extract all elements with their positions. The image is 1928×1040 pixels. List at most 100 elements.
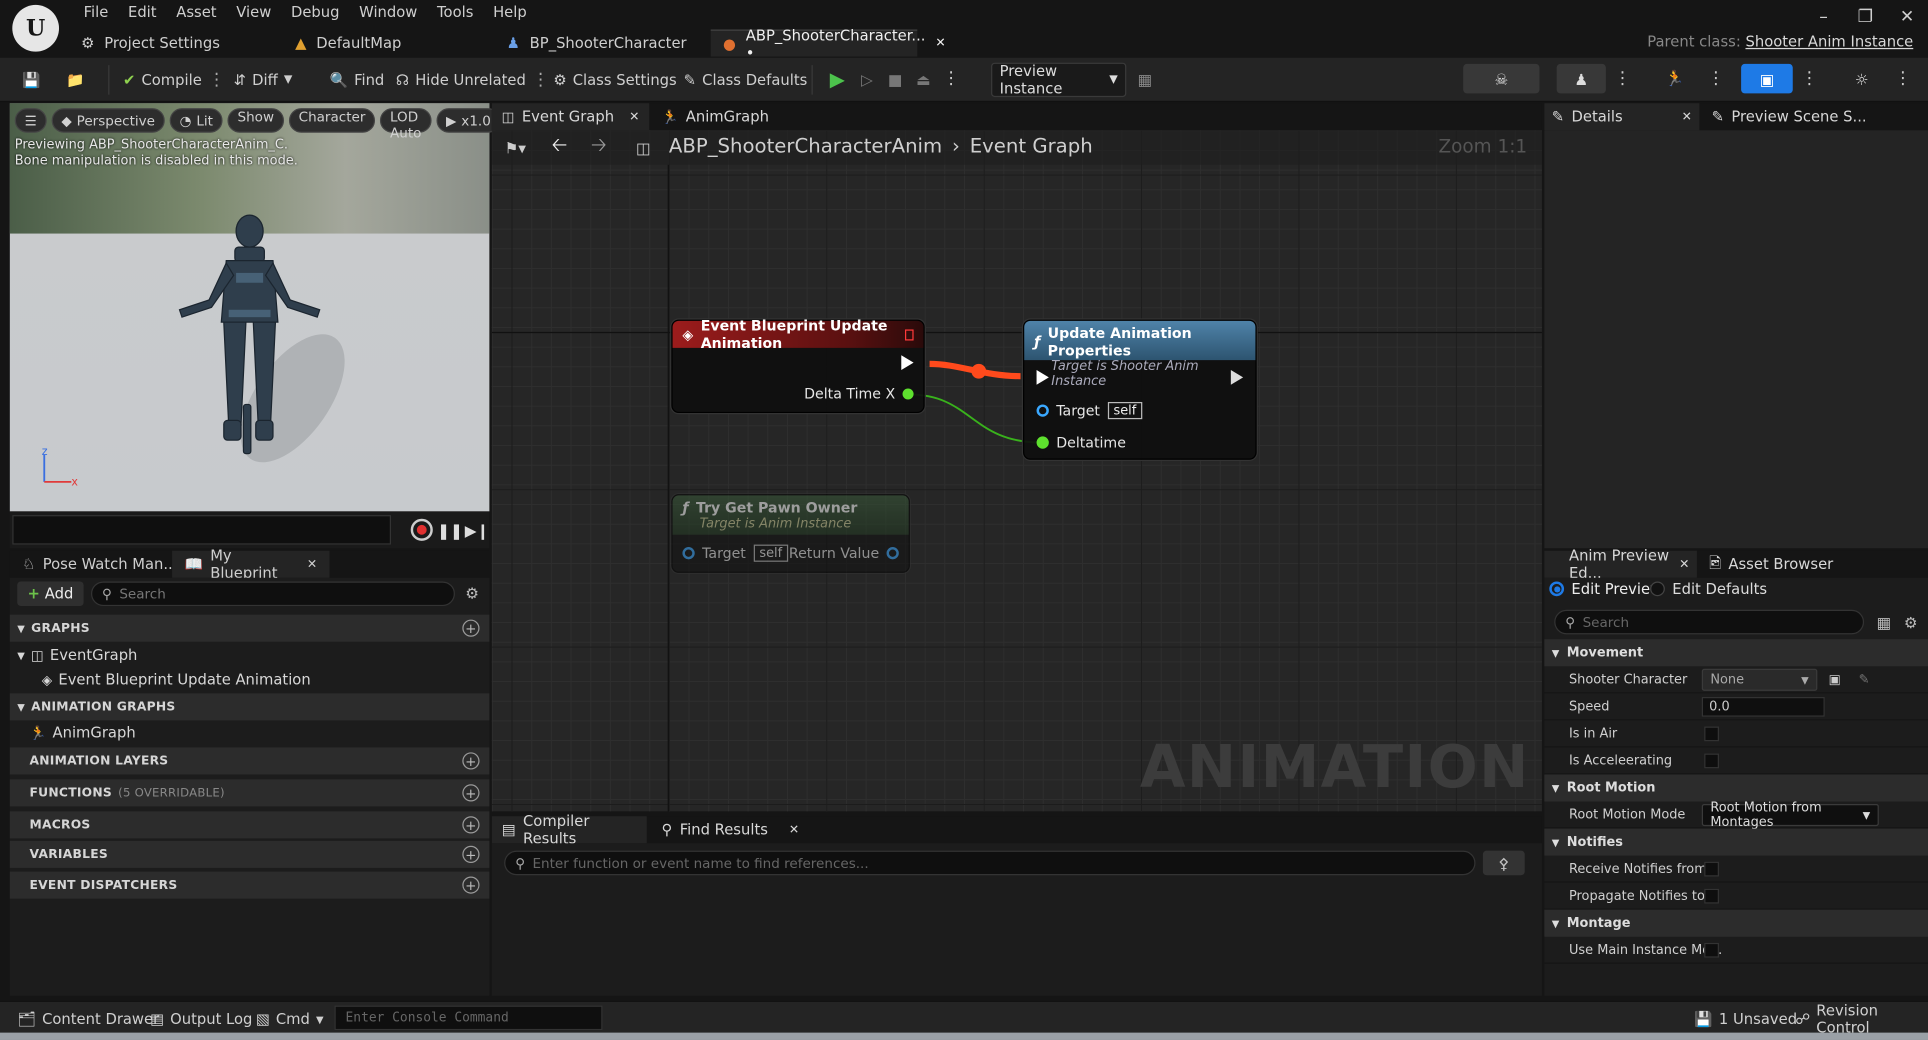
perspective-button[interactable]: ◆ Perspective	[51, 108, 165, 133]
add-dispatcher-icon[interactable]: +	[462, 876, 480, 894]
close-tab-icon[interactable]: ✕	[1679, 557, 1689, 571]
restore-icon[interactable]: ❐	[1844, 2, 1886, 32]
tab-my-blueprint[interactable]: 📖 My Blueprint ✕	[172, 547, 330, 581]
console-command-input[interactable]: Enter Console Command	[334, 1005, 603, 1031]
timeline-scrub[interactable]	[12, 515, 392, 545]
play-options-icon[interactable]: ⋮	[937, 65, 964, 92]
output-log-button[interactable]: ▤ Output Log	[150, 1007, 252, 1032]
browse-asset-icon[interactable]: ▣	[1825, 670, 1845, 690]
tree-item-anim-graph[interactable]: 🏃 AnimGraph	[10, 720, 490, 745]
accelerating-checkbox[interactable]	[1704, 753, 1719, 769]
in-air-checkbox[interactable]	[1704, 726, 1719, 742]
menu-view[interactable]: View	[226, 4, 281, 21]
settings-gear-icon[interactable]: ⚙	[462, 583, 482, 603]
menu-debug[interactable]: Debug	[281, 4, 349, 21]
lod-button[interactable]: LOD Auto	[380, 108, 432, 141]
mesh-mode-icon[interactable]: ♟	[1556, 63, 1606, 94]
tab-pose-watch[interactable]: ♘ Pose Watch Man...	[10, 551, 190, 578]
find-input[interactable]: ⚲ Enter function or event name to find r…	[504, 850, 1476, 876]
event-graph-canvas[interactable]: ⚑▾ 🡠 🡢 ◫ ABP_ShooterCharacterAnim › Even…	[491, 130, 1542, 812]
parent-class-link[interactable]: Shooter Anim Instance	[1745, 33, 1913, 50]
tab-compiler-results[interactable]: ▤ Compiler Results	[491, 813, 647, 847]
add-function-icon[interactable]: +	[462, 784, 480, 802]
pin-target[interactable]: Target self	[1036, 401, 1143, 420]
debug-filter-icon[interactable]: ▦	[1131, 65, 1158, 92]
unsaved-button[interactable]: 💾 1 Unsaved	[1694, 1007, 1797, 1032]
table-view-icon[interactable]: ▦	[1874, 612, 1894, 632]
tab-project-settings[interactable]: ⚙ Project Settings	[69, 30, 232, 57]
character-button[interactable]: Character	[288, 108, 376, 133]
section-root-motion[interactable]: ▼ Root Motion	[1544, 774, 1928, 802]
pin-target[interactable]: Target self	[682, 544, 789, 562]
menu-edit[interactable]: Edit	[118, 4, 166, 21]
viewport-menu-button[interactable]: ☰	[14, 108, 47, 133]
pin-return-value[interactable]: Return Value	[789, 545, 899, 562]
tab-anim-preview-editor[interactable]: Anim Preview Ed... ✕	[1544, 547, 1697, 581]
exec-out-pin[interactable]	[901, 355, 914, 371]
tab-event-graph[interactable]: ◫ Event Graph ✕	[491, 103, 650, 131]
menu-asset[interactable]: Asset	[166, 4, 226, 21]
close-tab-icon[interactable]: ✕	[307, 557, 317, 571]
receive-notifies-checkbox[interactable]	[1704, 861, 1719, 877]
stop-icon[interactable]: ■	[882, 65, 909, 92]
add-variable-icon[interactable]: +	[462, 845, 480, 863]
add-graph-icon[interactable]: +	[462, 619, 480, 637]
menu-window[interactable]: Window	[349, 4, 427, 21]
close-tab-icon[interactable]: ✕	[1682, 110, 1692, 124]
node-update-animation-properties[interactable]: ƒ Update Animation Properties Target is S…	[1023, 319, 1257, 460]
physics-mode-icon[interactable]: ☼	[1837, 64, 1886, 94]
tab-anim-graph[interactable]: 🏃 AnimGraph	[652, 103, 779, 130]
tab-details[interactable]: ✎ Details ✕	[1544, 103, 1700, 131]
use-main-instance-checkbox[interactable]	[1704, 942, 1719, 958]
revision-control-button[interactable]: ☍ Revision Control	[1795, 1002, 1928, 1036]
find-button[interactable]: 🔍 Find	[322, 63, 392, 97]
add-macro-icon[interactable]: +	[462, 816, 480, 834]
step-forward-icon[interactable]: ▶❙	[465, 518, 490, 543]
tab-default-map[interactable]: ▲ DefaultMap	[283, 30, 414, 57]
edit-defaults-radio[interactable]: Edit Defaults	[1650, 580, 1767, 597]
class-defaults-button[interactable]: ✎ Class Defaults	[676, 63, 814, 97]
hide-unrelated-button[interactable]: ☊ Hide Unrelated ⋮	[389, 63, 556, 97]
root-motion-mode-dropdown[interactable]: Root Motion from Montages ▼	[1701, 800, 1879, 830]
close-tab-icon[interactable]: ✕	[629, 110, 639, 124]
add-button[interactable]: + Add	[17, 581, 84, 607]
exec-in-pin[interactable]	[1036, 370, 1049, 385]
animation-options-icon[interactable]: ⋮	[1702, 65, 1729, 92]
animation-mode-icon[interactable]: 🏃	[1650, 64, 1699, 94]
node-try-get-pawn-owner[interactable]: ƒ Try Get Pawn Owner Target is Anim Insta…	[671, 494, 910, 573]
section-variables[interactable]: VARIABLES +	[9, 840, 490, 868]
blueprint-mode-icon[interactable]: ▣	[1741, 63, 1793, 94]
node-event-update-animation[interactable]: ◈ Event Blueprint Update Animation Delta…	[671, 317, 925, 414]
eject-icon[interactable]: ⏏	[910, 65, 937, 92]
section-macros[interactable]: MACROS +	[9, 811, 490, 839]
binoculars-icon[interactable]: ⚴	[1482, 850, 1525, 876]
exec-out-pin[interactable]	[1230, 370, 1244, 385]
speed-input[interactable]: 0.0	[1701, 697, 1825, 717]
shooter-character-dropdown[interactable]: None ▼	[1701, 668, 1818, 691]
delegate-pin-icon[interactable]	[904, 328, 914, 340]
blueprint-options-icon[interactable]: ⋮	[1795, 65, 1822, 92]
debug-object-dropdown[interactable]: Preview Instance ▼	[991, 62, 1127, 98]
preview-viewport[interactable]: ☰ ◆ Perspective ◔ Lit Show Character LOD A…	[9, 103, 501, 512]
mesh-options-icon[interactable]: ⋮	[1608, 65, 1635, 92]
save-icon[interactable]: 💾	[15, 63, 48, 97]
cmd-dropdown[interactable]: ▧ Cmd ▼	[256, 1007, 324, 1032]
add-layer-icon[interactable]: +	[462, 752, 480, 770]
browse-icon[interactable]: 📁	[59, 63, 92, 97]
propagate-notifies-checkbox[interactable]	[1704, 888, 1719, 904]
my-blueprint-search[interactable]: ⚲ Search	[90, 581, 455, 607]
play-icon[interactable]: ▶	[824, 65, 851, 92]
diff-button[interactable]: ⇵ Diff ▼	[226, 63, 300, 97]
menu-help[interactable]: Help	[483, 4, 536, 21]
anim-preview-search[interactable]: ⚲ Search	[1554, 609, 1865, 635]
tree-item-event-update[interactable]: ◈ Event Blueprint Update Animation	[10, 668, 490, 693]
section-functions[interactable]: FUNCTIONS (5 OVERRIDABLE) +	[9, 779, 490, 807]
tab-abp-shooter-character[interactable]: ● ABP_ShooterCharacter... • ✕	[710, 26, 946, 61]
class-settings-button[interactable]: ⚙ Class Settings	[546, 63, 684, 97]
close-tab-icon[interactable]: ✕	[935, 37, 945, 51]
tab-find-results[interactable]: ⚲ Find Results ✕	[652, 816, 809, 843]
section-animation-graphs[interactable]: ▼ ANIMATION GRAPHS	[9, 693, 490, 721]
minimize-icon[interactable]: –	[1803, 2, 1845, 32]
edit-preview-radio[interactable]: Edit Preview	[1549, 580, 1662, 597]
content-drawer-button[interactable]: 🗂 Content Drawer	[17, 1007, 159, 1032]
